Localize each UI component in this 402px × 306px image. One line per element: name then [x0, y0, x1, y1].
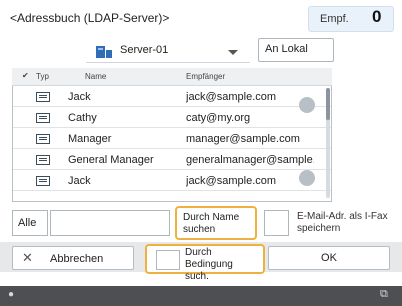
list-item-email: caty@my.org [186, 112, 251, 124]
list-item-name: General Manager [68, 154, 154, 166]
email-icon [36, 134, 50, 144]
chevron-down-icon [228, 50, 238, 55]
list-header [12, 68, 332, 86]
email-icon [36, 92, 50, 102]
list-item-email: manager@sample.com [186, 133, 300, 145]
column-header-type: Typ [36, 72, 49, 81]
network-icon[interactable]: ⧉ [380, 288, 388, 301]
list-item-name: Manager [68, 133, 112, 145]
email-icon [36, 113, 50, 123]
email-icon [36, 176, 50, 186]
ifax-checkbox[interactable] [264, 210, 289, 236]
condition-checkbox [156, 250, 180, 270]
search-by-condition-label: Durch Bedingung such. [185, 247, 233, 282]
ok-button[interactable]: OK [268, 246, 390, 270]
status-bar [0, 286, 402, 306]
list-item-email: generalmanager@sample... [186, 154, 314, 166]
list-item-email: jack@sample.com [186, 91, 277, 103]
scroll-up-button[interactable] [299, 97, 315, 113]
email-icon [36, 155, 50, 165]
scroll-down-button[interactable] [299, 170, 315, 186]
cancel-label: Abbrechen [50, 253, 104, 265]
status-icon: ● [8, 289, 15, 300]
scrollbar-thumb[interactable] [326, 88, 330, 120]
to-local-button[interactable]: An Lokal [258, 38, 334, 62]
list-item-email: jack@sample.com [186, 175, 277, 187]
column-header-recipient: Empfänger [186, 72, 226, 81]
list-item-name: Jack [68, 91, 91, 103]
ifax-label: E-Mail-Adr. als I-Fax speichern [297, 211, 388, 234]
server-select-value: Server-01 [120, 44, 169, 56]
search-by-name-button[interactable]: Durch Name suchen [175, 206, 257, 240]
server-icon [96, 46, 112, 58]
all-button[interactable]: Alle [12, 210, 48, 236]
column-header-name: Name [85, 72, 107, 81]
recipient-counter-label: Empf. [320, 13, 349, 25]
list-item-name: Jack [68, 175, 91, 187]
page-title: <Adressbuch (LDAP-Server)> [10, 11, 170, 25]
close-icon: ✕ [22, 250, 33, 265]
check-icon: ✔ [22, 71, 29, 80]
recipient-count: 0 [372, 7, 382, 26]
list-item-name: Cathy [68, 112, 97, 124]
search-input[interactable] [50, 210, 170, 236]
